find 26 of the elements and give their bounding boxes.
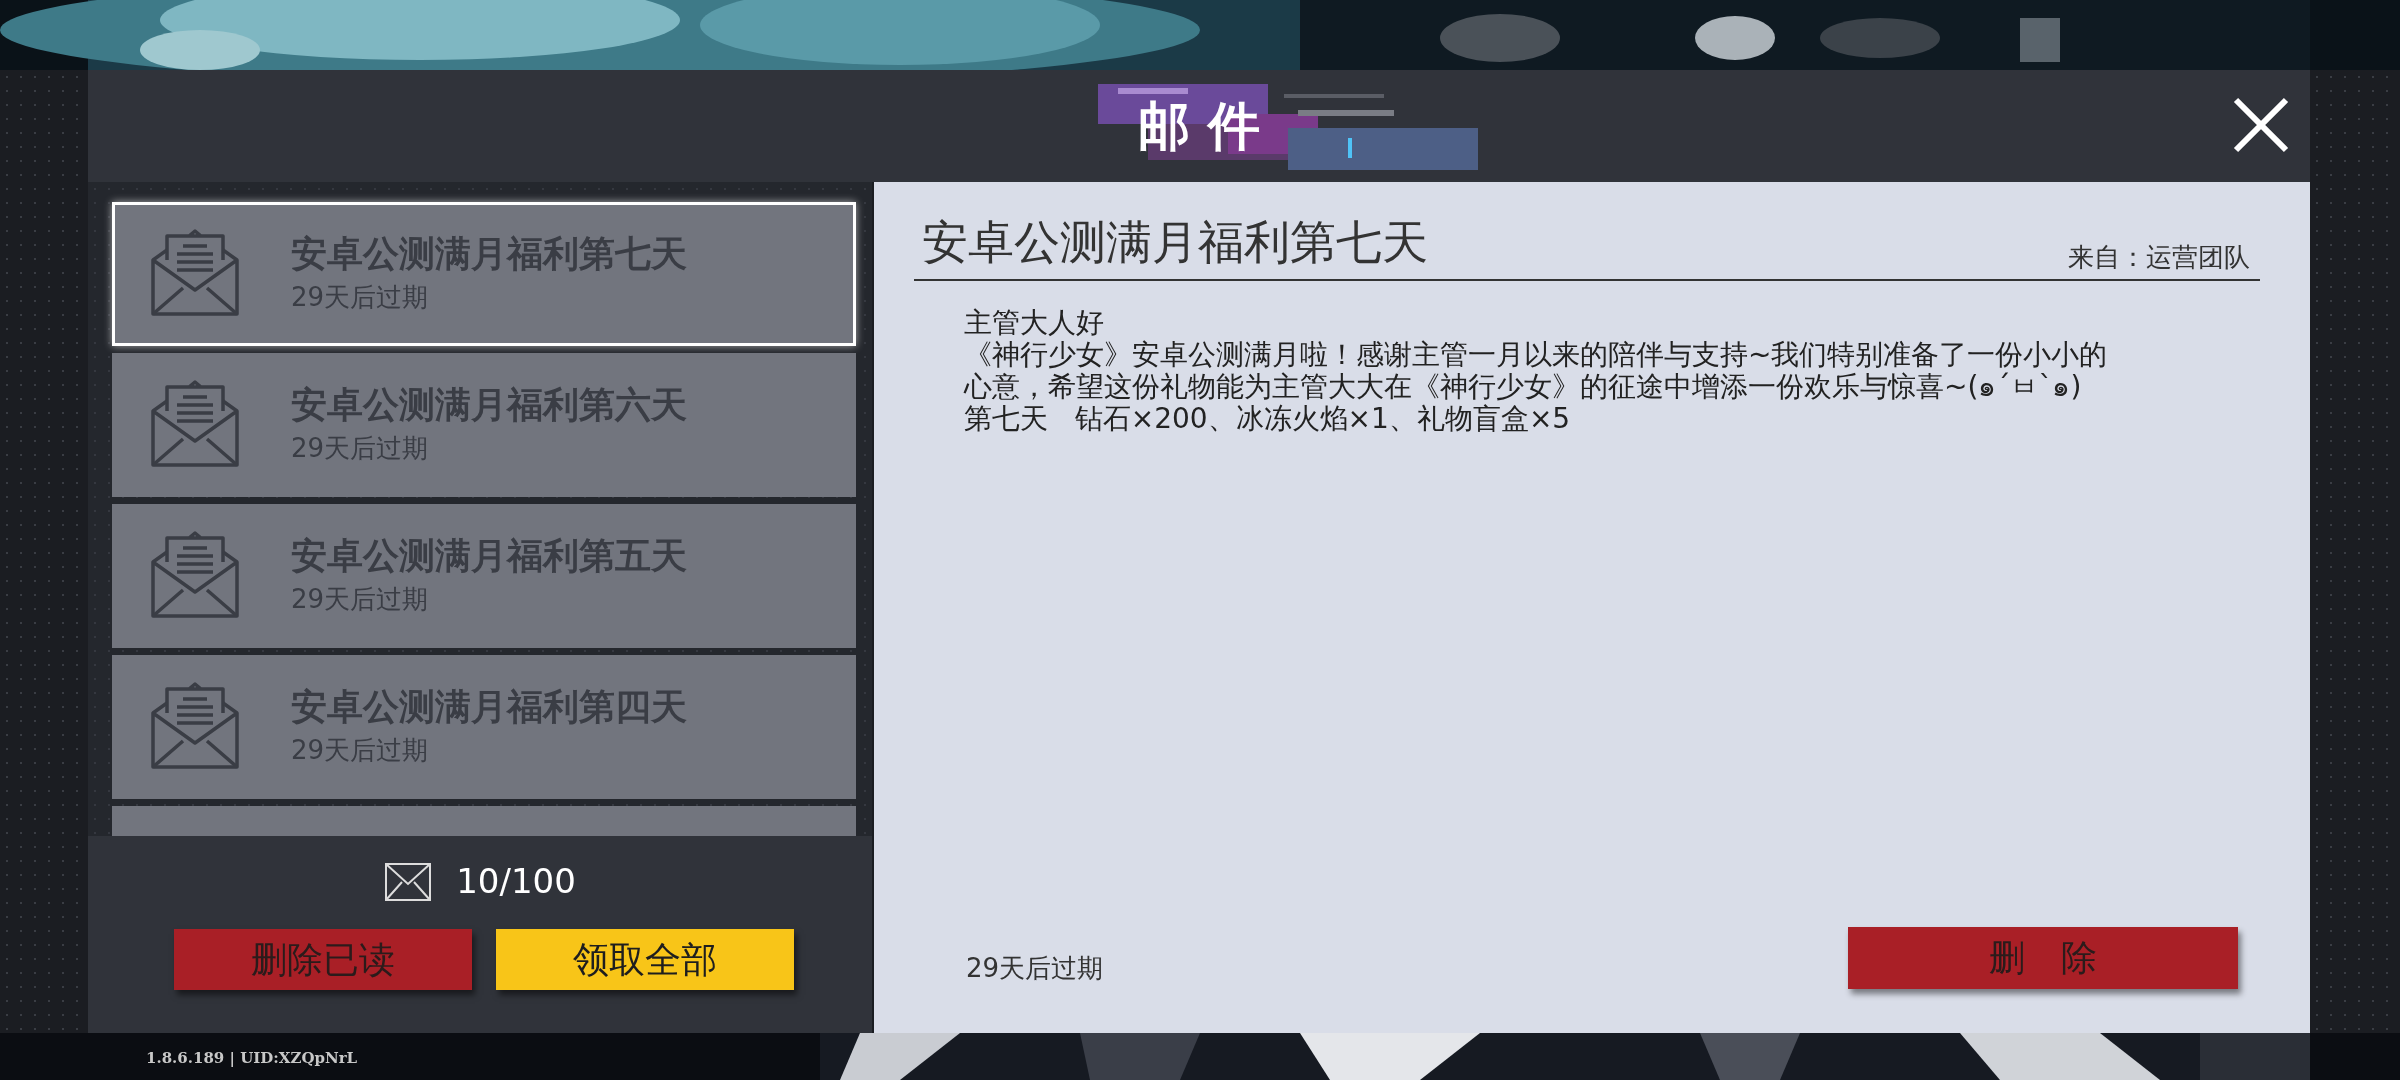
version-text: 1.8.6.189 | UID:XZQpNrL — [146, 1048, 358, 1069]
mail-body-line: 主管大人好 — [964, 307, 1105, 339]
delete-button[interactable]: 删 除 — [1848, 927, 2238, 989]
mail-title: 安卓公测满月福利第四天 — [291, 685, 687, 730]
expiry-text: 29天后过期 — [291, 582, 430, 616]
expiry-text: 29天后过期 — [291, 431, 430, 465]
mail-body-line: 心意，希望这份礼物能为主管大大在《神行少女》的征途中增添一份欢乐与惊喜~(๑´ㅂ`๑) — [964, 371, 2083, 403]
mail-count: 10/100 — [456, 860, 576, 903]
envelope-icon — [384, 861, 433, 902]
expiry-text: 29天后过期 — [966, 951, 1104, 985]
window-title: 邮 件 — [1137, 94, 1261, 158]
mail-title: 安卓公测满月福利第七天 — [291, 232, 687, 277]
mail-item[interactable]: 安卓公测满月福利第五天 29天后过期 — [112, 504, 856, 648]
mail-body-line: 第七天 钻石×200、冰冻火焰×1、礼物盲盒×5 — [964, 403, 1572, 435]
expiry-text: 29天后过期 — [291, 280, 430, 314]
mail-item[interactable]: 安卓公测满月福利第七天 29天后过期 — [112, 202, 856, 346]
mail-body-line: 《神行少女》安卓公测满月啦！感谢主管一月以来的陪伴与支持~我们特别准备了一份小小的 — [964, 339, 2109, 371]
mail-title: 安卓公测满月福利第五天 — [291, 534, 687, 579]
mail-item[interactable]: 安卓公测满月福利第六天 29天后过期 — [112, 353, 856, 497]
expiry-text: 29天后过期 — [291, 733, 430, 767]
mail-title: 安卓公测满月福利第六天 — [291, 383, 687, 428]
mail-item[interactable]: 安卓公测满月福利第四天 29天后过期 — [112, 655, 856, 799]
delete-read-button[interactable]: 删除已读 — [174, 929, 472, 990]
claim-all-button[interactable]: 领取全部 — [496, 929, 794, 990]
sender-label: 来自：运营团队 — [2068, 241, 2250, 274]
mail-subject: 安卓公测满月福利第七天 — [922, 214, 1428, 271]
